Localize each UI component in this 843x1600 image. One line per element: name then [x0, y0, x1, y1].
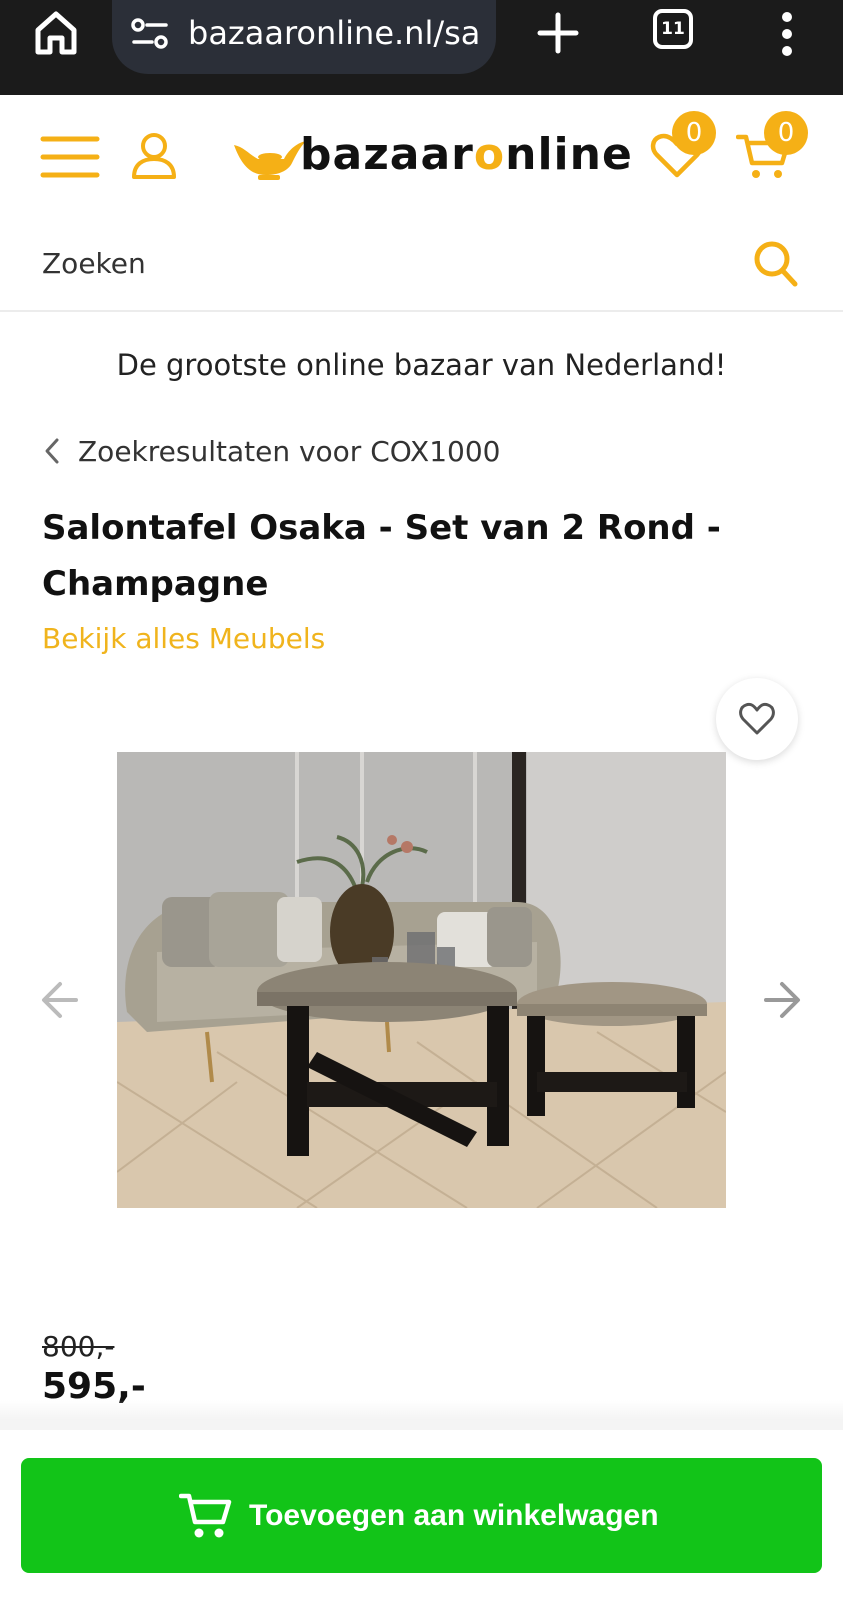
logo-text-after: nline: [505, 129, 633, 180]
site-logo[interactable]: bazaaronline: [230, 125, 632, 185]
next-image-icon[interactable]: [762, 978, 802, 1022]
browser-toolbar: bazaaronline.nl/sa 11: [0, 0, 843, 95]
logo-text-before: bazaar: [300, 129, 474, 180]
cart-icon: [179, 1493, 232, 1538]
site-settings-icon[interactable]: [130, 16, 170, 52]
original-price: 800,-: [42, 1330, 115, 1363]
logo-wordmark: bazaaronline: [300, 125, 633, 185]
category-link[interactable]: Bekijk alles Meubels: [42, 622, 325, 655]
account-icon[interactable]: [130, 131, 178, 181]
new-tab-icon[interactable]: [533, 8, 583, 58]
home-icon[interactable]: [30, 6, 82, 58]
site-header: bazaaronline 0 0: [0, 95, 843, 312]
search-bar: [0, 230, 843, 310]
wishlist-button[interactable]: 0: [650, 111, 730, 185]
add-to-cart-button[interactable]: Toevoegen aan winkelwagen: [21, 1458, 822, 1573]
tagline: De grootste online bazaar van Nederland!: [116, 348, 727, 382]
add-to-wishlist-button[interactable]: [716, 678, 798, 760]
logo-text-accent: o: [473, 129, 506, 180]
search-icon[interactable]: [752, 238, 800, 290]
address-bar[interactable]: bazaaronline.nl/sa: [112, 0, 496, 74]
previous-image-icon[interactable]: [40, 978, 80, 1022]
product-image[interactable]: [117, 752, 726, 1208]
cart-button[interactable]: 0: [736, 111, 828, 185]
product-photo: [117, 752, 726, 1208]
magic-lamp-icon: [234, 141, 306, 180]
add-to-cart-label: Toevoegen aan winkelwagen: [249, 1499, 659, 1532]
cart-count-badge: 0: [764, 111, 808, 155]
hamburger-menu-icon[interactable]: [40, 133, 100, 181]
url-text[interactable]: bazaaronline.nl/sa: [188, 8, 488, 58]
more-options-icon[interactable]: [772, 8, 802, 60]
chevron-left-icon: [45, 438, 59, 464]
breadcrumb-link[interactable]: Zoekresultaten voor COX1000: [78, 430, 500, 474]
tab-switcher-button[interactable]: 11: [653, 9, 693, 49]
wishlist-count-badge: 0: [672, 111, 716, 155]
search-input[interactable]: [42, 238, 722, 288]
product-title: Salontafel Osaka - Set van 2 Rond - Cham…: [42, 508, 721, 604]
heart-outline-icon: [739, 702, 775, 735]
